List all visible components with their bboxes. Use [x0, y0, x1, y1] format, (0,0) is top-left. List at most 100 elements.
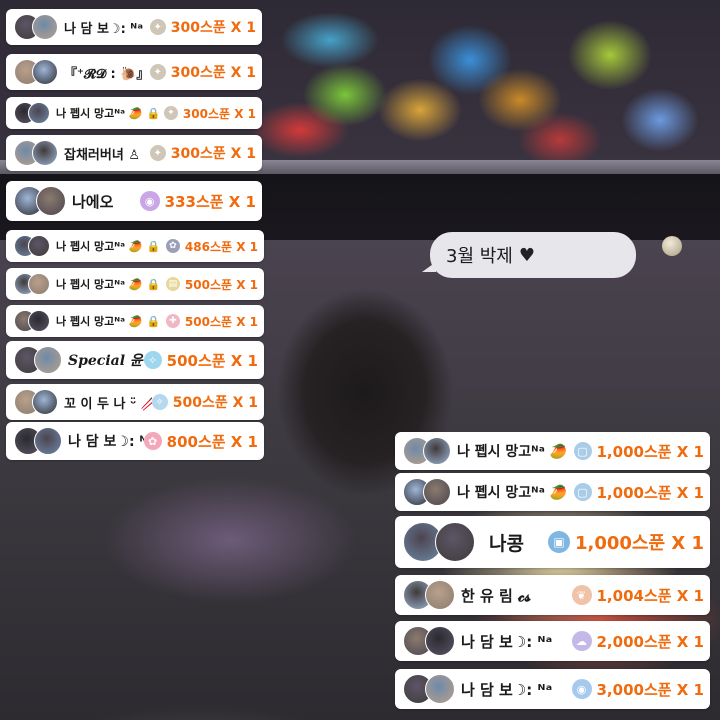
speech-bubble-text: 3월 박제: [446, 246, 513, 267]
avatar: [28, 310, 50, 332]
sparkle-icon: ✧: [151, 394, 168, 410]
donation-amount: 500스푼 X 1: [172, 395, 258, 411]
avatar: [28, 102, 50, 124]
donor-name: 나콩: [489, 532, 524, 555]
donation-item[interactable]: 나 담 보☽: ᴺᵃ ✿ 800스푼 X 1: [6, 422, 264, 460]
avatar-group: [14, 427, 62, 455]
donor-name: 나 펩시 망고ᴺᵃ 🥭 🔒: [56, 107, 161, 120]
donation-amount: 1,000스푼 X 1: [575, 533, 704, 554]
avatar-group: [14, 140, 58, 166]
donor-name: 나 담 보☽: ᴺᵃ: [461, 632, 553, 651]
donation-amount: 1,004스푼 X 1: [596, 586, 705, 605]
ball-ornament: [662, 236, 682, 256]
avatar-group: [14, 102, 50, 124]
donation-amount: 500스푼 X 1: [166, 351, 258, 370]
donation-amount: 3,000스푼 X 1: [596, 680, 705, 699]
avatar-group: [403, 674, 455, 704]
donation-item[interactable]: 나 펩시 망고ᴺᵃ 🥭 🔒 ✿ 486스푼 X 1: [6, 230, 264, 262]
donation-amount: 300스푼 X 1: [170, 146, 256, 162]
donation-item[interactable]: 『⁺𝓡𝓓 : 🐌』 ✦ 300스푼 X 1: [6, 54, 262, 90]
donation-item[interactable]: Special 윤건 ✧ 500스푼 X 1: [6, 341, 264, 379]
donation-amount: 1,000스푼 X 1: [596, 483, 705, 502]
donation-amount: 333스푼 X 1: [164, 192, 256, 211]
donation-item[interactable]: 나 담 보☽: ᴺᵃ ◉ 3,000스푼 X 1: [395, 669, 710, 709]
avatar-group: [14, 273, 50, 295]
donation-amount: 500스푼 X 1: [184, 314, 258, 329]
donor-name: 나에오: [72, 192, 114, 211]
avatar: [28, 273, 50, 295]
donor-name: 나 펩시 망고ᴺᵃ 🥭 🔒: [457, 485, 574, 501]
avatar-group: [14, 186, 66, 216]
donor-name: Special 윤건: [68, 353, 144, 369]
disc-icon: ◉: [139, 191, 160, 211]
candle-icon: ✦: [149, 145, 166, 161]
avatar-group: [403, 626, 455, 656]
donation-item[interactable]: 나 펩시 망고ᴺᵃ 🥭 🔒 ▢ 1,000스푼 X 1: [395, 473, 710, 511]
bell-icon: ✿: [165, 239, 180, 253]
donor-name: 『⁺𝓡𝓓 : 🐌』: [64, 66, 150, 82]
figure-icon: ✚: [165, 314, 180, 328]
donor-name: 나 담 보☽: ᴺᵃ: [461, 680, 553, 699]
donor-name: 나 펩시 망고ᴺᵃ 🥭 🔒: [56, 240, 161, 253]
donation-amount: 300스푼 X 1: [170, 20, 256, 36]
donor-name: 나 펩시 망고ᴺᵃ 🥭 🔒: [56, 278, 161, 291]
donation-item[interactable]: 나 펩시 망고ᴺᵃ 🥭 🔒 ▢ 1,000스푼 X 1: [395, 432, 710, 470]
avatar: [32, 389, 58, 415]
avatar-group: [14, 310, 50, 332]
frame-icon: ▣: [548, 531, 570, 553]
avatar-group: [14, 346, 62, 374]
donation-amount: 300스푼 X 1: [182, 106, 256, 121]
bow-icon: ✿: [143, 432, 162, 450]
frame-icon: ▢: [573, 442, 592, 460]
avatar: [423, 478, 451, 506]
donation-amount: 1,000스푼 X 1: [596, 442, 705, 461]
avatar: [32, 140, 58, 166]
sparkle-icon: ✧: [143, 351, 162, 369]
donation-item[interactable]: 나 펩시 망고ᴺᵃ 🥭 🔒 ▤ 500스푼 X 1: [6, 268, 264, 300]
avatar: [32, 14, 58, 40]
avatar: [32, 59, 58, 85]
frame-icon: ▢: [573, 483, 592, 501]
donation-item[interactable]: 나에오 ◉ 333스푼 X 1: [6, 181, 262, 221]
avatar-group: [14, 59, 58, 85]
donation-item[interactable]: 나 담 보☽: ᴺᵃ ✦ 300스푼 X 1: [6, 9, 262, 45]
avatar: [435, 522, 475, 562]
avatar-group: [403, 522, 475, 562]
donation-item[interactable]: 한 유 림 𝓬𝓼 ❦ 1,004스푼 X 1: [395, 575, 710, 615]
donation-amount: 800스푼 X 1: [166, 432, 258, 451]
donation-item[interactable]: 꼬 이 두 나 ᵕ̈ 🥢 ✧ 500스푼 X 1: [6, 384, 264, 420]
avatar-group: [403, 580, 455, 610]
avatar-group: [403, 437, 451, 465]
ticket-icon: ▤: [165, 277, 180, 291]
donation-amount: 300스푼 X 1: [170, 65, 256, 81]
avatar-group: [14, 14, 58, 40]
donation-item[interactable]: 나 펩시 망고ᴺᵃ 🥭 🔒 ✚ 500스푼 X 1: [6, 305, 264, 337]
donation-item[interactable]: 나콩 ▣ 1,000스푼 X 1: [395, 516, 710, 568]
donor-name: 한 유 림 𝓬𝓼: [461, 586, 531, 605]
avatar: [425, 674, 455, 704]
avatar-group: [14, 235, 50, 257]
candle-icon: ✦: [149, 64, 166, 80]
donation-item[interactable]: 나 펩시 망고ᴺᵃ 🥭 🔒 ✦ 300스푼 X 1: [6, 97, 262, 129]
wings-icon: ❦: [571, 585, 592, 605]
donation-item[interactable]: 잡채러버녀 ♙ ✦ 300스푼 X 1: [6, 135, 262, 171]
speech-bubble: 3월 박제 ♥: [430, 232, 636, 278]
donor-name: 나 펩시 망고ᴺᵃ 🥭 🔒: [457, 444, 574, 460]
donation-item[interactable]: 나 담 보☽: ᴺᵃ ☁ 2,000스푼 X 1: [395, 621, 710, 661]
donation-amount: 500스푼 X 1: [184, 277, 258, 292]
avatar-group: [14, 389, 58, 415]
donation-amount: 2,000스푼 X 1: [596, 632, 705, 651]
avatar-group: [403, 478, 451, 506]
avatar: [423, 437, 451, 465]
candle-icon: ✦: [149, 19, 166, 35]
avatar: [425, 626, 455, 656]
avatar: [28, 235, 50, 257]
cloud-icon: ☁: [571, 631, 592, 651]
avatar: [34, 346, 62, 374]
heart-icon: ♥: [518, 244, 535, 266]
donor-name: 나 담 보☽: ᴺᵃ: [68, 434, 144, 450]
donor-name: 나 펩시 망고ᴺᵃ 🥭 🔒: [56, 315, 161, 328]
donor-name: 나 담 보☽: ᴺᵃ: [64, 21, 144, 37]
avatar: [34, 427, 62, 455]
avatar: [425, 580, 455, 610]
